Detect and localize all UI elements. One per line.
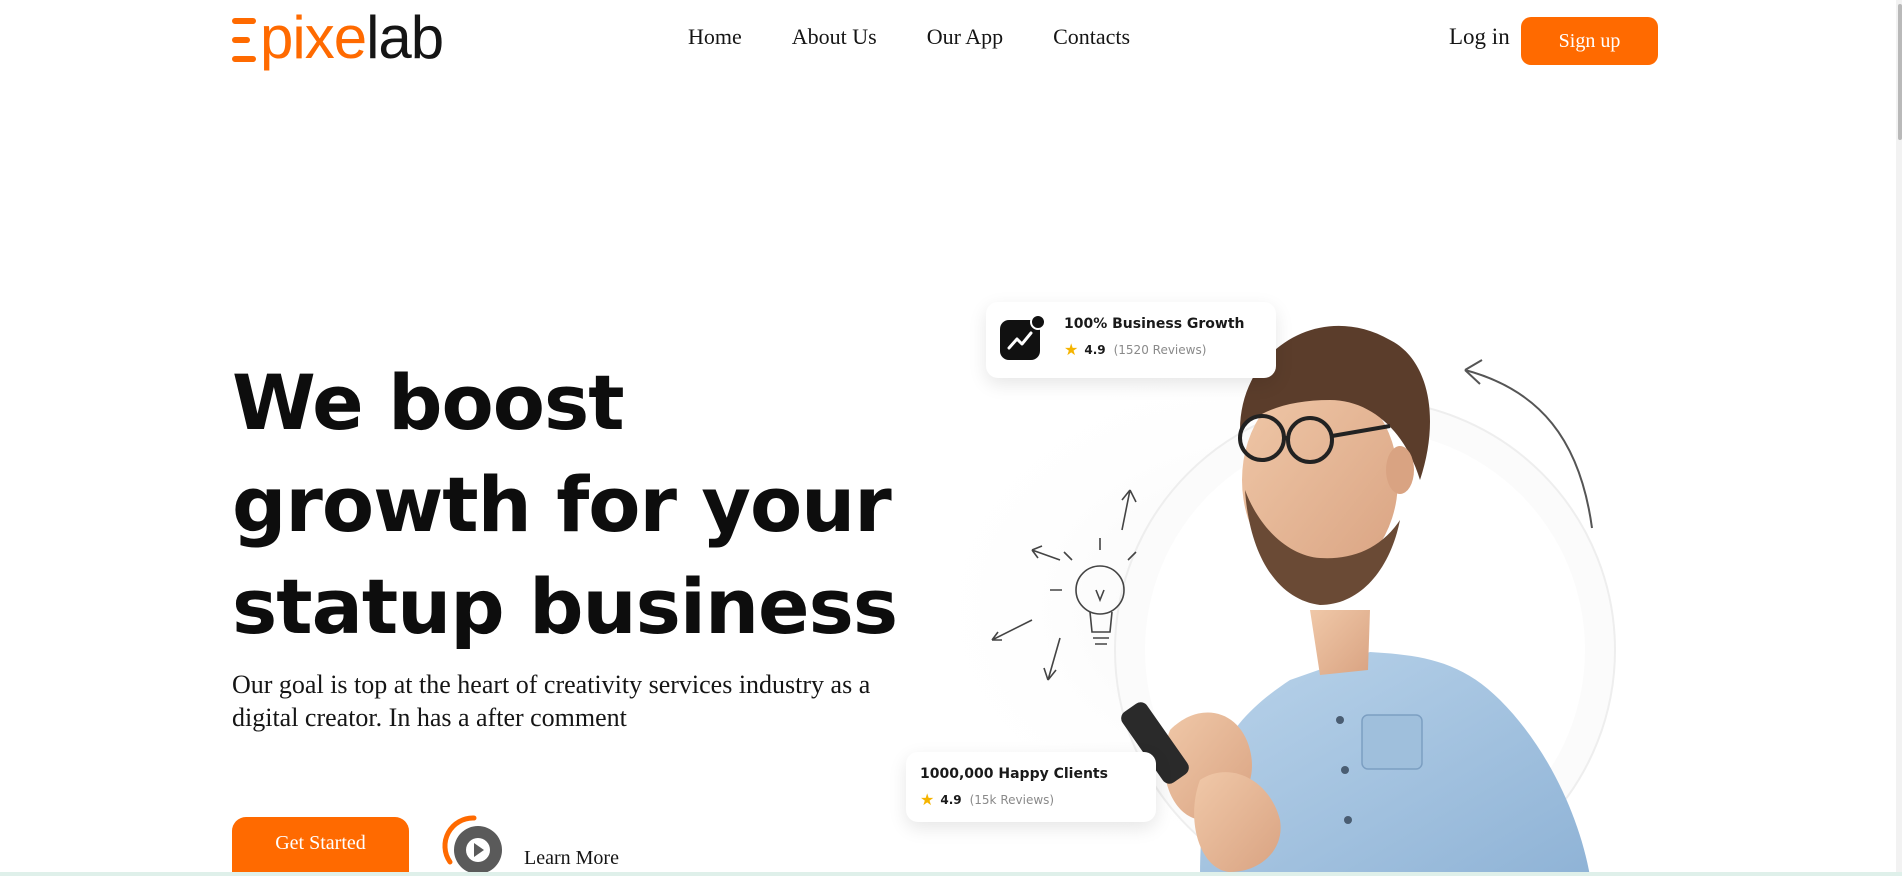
scrollbar-thumb[interactable]: [1898, 4, 1902, 140]
growth-rating-reviews: (1520 Reviews): [1113, 342, 1207, 357]
hero-title-line-1: We boost: [232, 358, 625, 447]
growth-card-title: 100% Business Growth: [1064, 316, 1245, 332]
happy-clients-card: 1000,000 Happy Clients ★ 4.9 (15k Review…: [906, 752, 1156, 822]
learn-more-label: Learn More: [524, 846, 619, 869]
bottom-divider: [0, 872, 1902, 876]
clients-card-title: 1000,000 Happy Clients: [920, 766, 1108, 782]
play-icon: [442, 814, 506, 876]
star-icon: ★: [920, 790, 935, 809]
business-growth-card: 100% Business Growth ★ 4.9 (1520 Reviews…: [986, 302, 1276, 378]
learn-more-button[interactable]: Learn More: [442, 814, 619, 876]
nav-home[interactable]: Home: [688, 24, 742, 50]
main-nav: Home About Us Our App Contacts: [688, 24, 1180, 50]
logo-e-mark: [232, 18, 256, 62]
growth-card-rating: ★ 4.9 (1520 Reviews): [1064, 340, 1206, 359]
trend-up-icon: [1000, 314, 1046, 360]
hero-subtitle: Our goal is top at the heart of creativi…: [232, 670, 871, 732]
hero-illustration: 100% Business Growth ★ 4.9 (1520 Reviews…: [900, 260, 1660, 876]
landing-page: pixe lab Home About Us Our App Contacts …: [0, 0, 1902, 876]
nav-contacts[interactable]: Contacts: [1053, 24, 1130, 50]
growth-rating-value: 4.9: [1084, 342, 1106, 357]
nav-our-app[interactable]: Our App: [927, 24, 1003, 50]
signup-button[interactable]: Sign up: [1521, 17, 1658, 65]
clients-rating-value: 4.9: [940, 792, 962, 807]
star-icon: ★: [1064, 340, 1079, 359]
clients-card-rating: ★ 4.9 (15k Reviews): [920, 790, 1054, 809]
page-scrollbar[interactable]: [1896, 0, 1902, 876]
get-started-button[interactable]: Get Started: [232, 817, 409, 876]
hero-title-line-2: growth for your: [232, 460, 892, 549]
brand-logo[interactable]: pixe lab: [232, 4, 444, 71]
logo-dark-text: lab: [366, 4, 444, 71]
logo-accent-text: pixe: [260, 4, 367, 71]
hero-title: We boost growth for your statup business: [232, 352, 952, 658]
login-link[interactable]: Log in: [1449, 24, 1510, 50]
hero-title-line-3: statup business: [232, 562, 898, 651]
clients-rating-reviews: (15k Reviews): [969, 792, 1055, 807]
nav-about-us[interactable]: About Us: [792, 24, 877, 50]
